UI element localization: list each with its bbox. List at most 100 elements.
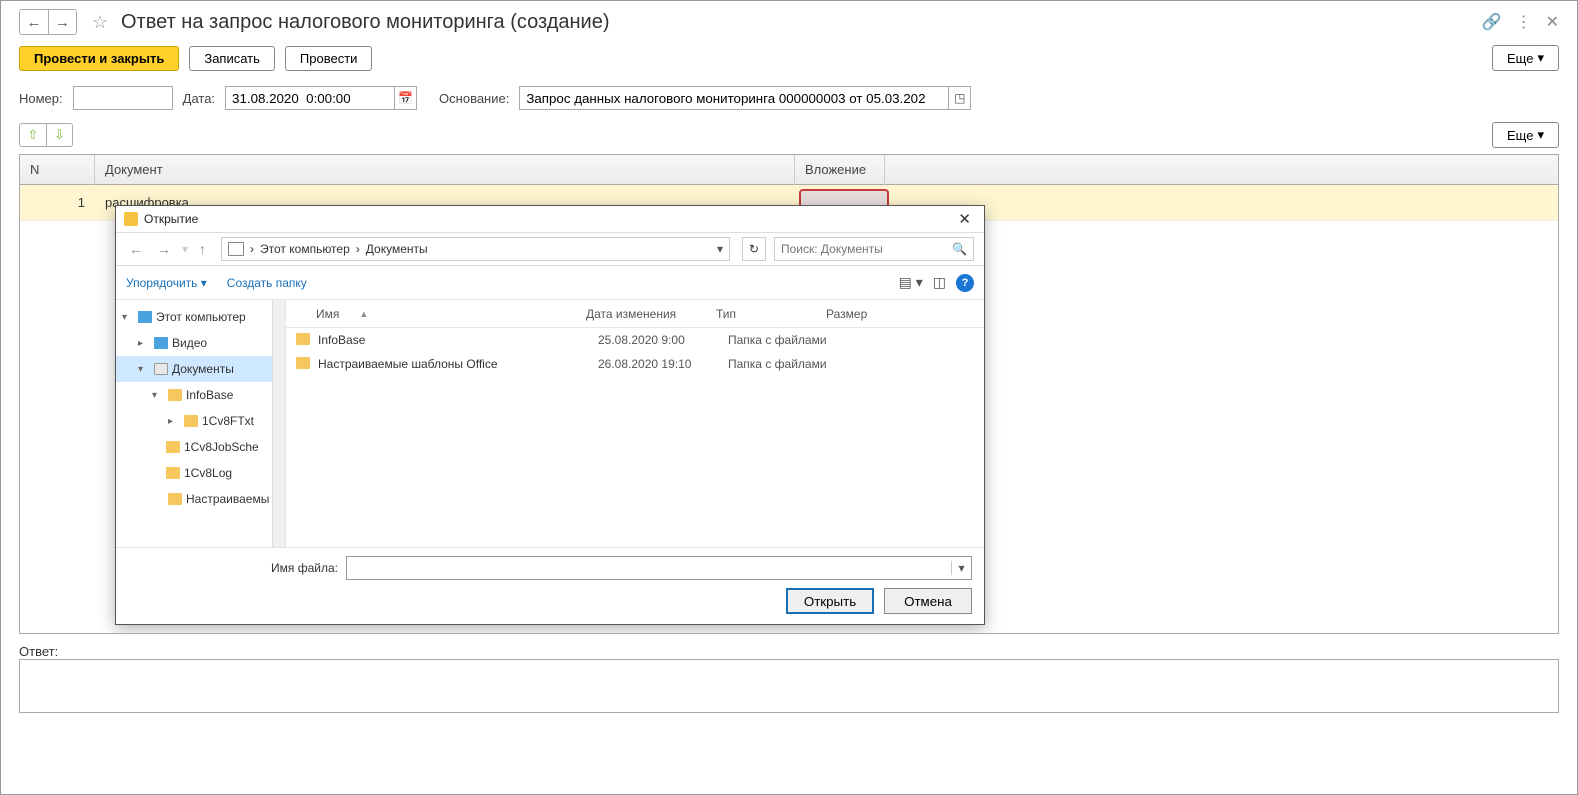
folder-icon — [296, 333, 312, 348]
dialog-tree-pane: ▾Этот компьютер ▸Видео ▾Документы ▾InfoB… — [116, 300, 286, 547]
filename-combo[interactable]: ▾ — [346, 556, 972, 580]
dialog-files-pane: Имя▲ Дата изменения Тип Размер InfoBase … — [286, 300, 984, 547]
files-col-size[interactable]: Размер — [826, 307, 906, 321]
file-date: 25.08.2020 9:00 — [598, 333, 728, 347]
cancel-button[interactable]: Отмена — [884, 588, 972, 614]
file-open-dialog: Открытие ✕ ← → ▾ ↑ › Этот компьютер › До… — [115, 205, 985, 625]
dialog-search-box[interactable]: 🔍 — [774, 237, 974, 261]
close-icon[interactable]: ✕ — [1546, 12, 1559, 32]
breadcrumb-this-pc[interactable]: Этот компьютер — [260, 242, 350, 256]
view-list-icon[interactable]: ▤ ▾ — [899, 274, 923, 291]
dialog-footer: Имя файла: ▾ Открыть Отмена — [116, 547, 984, 624]
filename-label: Имя файла: — [128, 561, 338, 575]
dialog-back-icon[interactable]: ← — [126, 241, 146, 257]
nav-back-button[interactable]: ← — [20, 10, 48, 34]
page-title: Ответ на запрос налогового мониторинга (… — [121, 11, 610, 34]
dialog-toolbar: Упорядочить ▾ Создать папку ▤ ▾ ◫ ? — [116, 266, 984, 300]
col-header-document[interactable]: Документ — [95, 155, 795, 185]
tree-item-1cv8log[interactable]: 1Cv8Log — [116, 460, 285, 486]
dialog-search-input[interactable] — [781, 242, 952, 256]
combo-dropdown-icon[interactable]: ▾ — [951, 561, 971, 575]
tree-toggle-icon[interactable]: ▾ — [138, 364, 150, 375]
dialog-close-icon[interactable]: ✕ — [953, 210, 976, 228]
folder-icon — [296, 357, 312, 372]
file-row[interactable]: InfoBase 25.08.2020 9:00 Папка с файлами — [286, 328, 984, 352]
dialog-up-icon[interactable]: ↑ — [196, 241, 209, 257]
tree-toggle-icon[interactable]: ▸ — [138, 338, 150, 349]
file-name: InfoBase — [318, 333, 598, 347]
folder-icon — [154, 337, 168, 349]
dialog-buttons-row: Открыть Отмена — [128, 588, 972, 614]
documents-table: N Документ Вложение 1 расшифровка Открыт… — [19, 154, 1559, 634]
breadcrumb-sep: › — [356, 242, 360, 256]
move-down-button[interactable]: ⇩ — [46, 124, 72, 146]
move-row-group: ⇧ ⇩ — [19, 123, 73, 147]
answer-label: Ответ: — [19, 644, 58, 659]
tree-item-documents[interactable]: ▾Документы — [116, 356, 285, 382]
filename-input[interactable] — [347, 557, 951, 579]
tree-toggle-icon[interactable]: ▸ — [168, 416, 180, 427]
col-header-n[interactable]: N — [20, 155, 95, 185]
refresh-button[interactable]: ↻ — [742, 237, 766, 261]
calendar-icon[interactable]: 📅 — [395, 86, 417, 110]
fields-row: Номер: Дата: 📅 Основание: ◳ — [1, 81, 1577, 120]
more-button[interactable]: Еще ▾ — [1492, 45, 1559, 71]
preview-pane-icon[interactable]: ◫ — [933, 274, 946, 291]
tree-toggle-icon[interactable]: ▾ — [152, 390, 164, 401]
number-input[interactable] — [73, 86, 173, 110]
file-row[interactable]: Настраиваемые шаблоны Office 26.08.2020 … — [286, 352, 984, 376]
tree-item-video[interactable]: ▸Видео — [116, 330, 285, 356]
file-name: Настраиваемые шаблоны Office — [318, 357, 598, 371]
header-right-actions: 🔗 ⋮ ✕ — [1482, 12, 1559, 32]
dialog-nav-bar: ← → ▾ ↑ › Этот компьютер › Документы ▾ ↻… — [116, 232, 984, 266]
tree-item-this-pc[interactable]: ▾Этот компьютер — [116, 304, 285, 330]
save-button[interactable]: Записать — [189, 46, 275, 71]
col-header-attachment[interactable]: Вложение — [795, 155, 885, 185]
file-date: 26.08.2020 19:10 — [598, 357, 728, 371]
nav-forward-button[interactable]: → — [48, 10, 76, 34]
tree-item-1cv8jobsche[interactable]: 1Cv8JobSche — [116, 434, 285, 460]
dialog-toolbar-right: ▤ ▾ ◫ ? — [899, 274, 974, 292]
basis-label: Основание: — [439, 91, 509, 106]
folder-icon — [166, 467, 180, 479]
kebab-menu-icon[interactable]: ⋮ — [1516, 12, 1532, 32]
open-reference-icon[interactable]: ◳ — [949, 86, 971, 110]
documents-icon — [154, 363, 168, 375]
files-col-date[interactable]: Дата изменения — [586, 307, 716, 321]
post-button[interactable]: Провести — [285, 46, 373, 71]
tree-toggle-icon[interactable]: ▾ — [122, 312, 134, 323]
tree-item-custom-templates[interactable]: ▸Настраиваемы — [116, 486, 285, 512]
tree-item-1cv8ftxt[interactable]: ▸1Cv8FTxt — [116, 408, 285, 434]
search-icon: 🔍 — [952, 242, 967, 256]
tree-scrollbar[interactable] — [272, 300, 285, 547]
table-more-button[interactable]: Еще ▾ — [1492, 122, 1559, 148]
files-col-name[interactable]: Имя▲ — [316, 307, 586, 321]
help-icon[interactable]: ? — [956, 274, 974, 292]
basis-input[interactable] — [519, 86, 949, 110]
dialog-titlebar: Открытие ✕ — [116, 206, 984, 232]
dialog-title: Открытие — [144, 212, 198, 226]
dialog-breadcrumb[interactable]: › Этот компьютер › Документы ▾ — [221, 237, 730, 261]
folder-icon — [184, 415, 198, 427]
files-col-type[interactable]: Тип — [716, 307, 826, 321]
filename-row: Имя файла: ▾ — [128, 556, 972, 580]
post-and-close-button[interactable]: Провести и закрыть — [19, 46, 179, 71]
dialog-forward-icon[interactable]: → — [154, 241, 174, 257]
move-up-button[interactable]: ⇧ — [20, 124, 46, 146]
file-type: Папка с файлами — [728, 333, 858, 347]
new-folder-button[interactable]: Создать папку — [227, 276, 307, 290]
date-input[interactable] — [225, 86, 395, 110]
link-icon[interactable]: 🔗 — [1482, 12, 1502, 32]
cell-n: 1 — [20, 195, 95, 210]
breadcrumb-documents[interactable]: Документы — [366, 242, 428, 256]
answer-textarea[interactable] — [19, 659, 1559, 713]
header-bar: ← → ☆ Ответ на запрос налогового монитор… — [1, 1, 1577, 41]
table-toolbar: ⇧ ⇩ Еще ▾ — [1, 120, 1577, 154]
dialog-body: ▾Этот компьютер ▸Видео ▾Документы ▾InfoB… — [116, 300, 984, 547]
organize-button[interactable]: Упорядочить ▾ — [126, 276, 207, 290]
open-button[interactable]: Открыть — [786, 588, 874, 614]
favorite-star-icon[interactable]: ☆ — [89, 11, 111, 33]
tree-item-infobase[interactable]: ▾InfoBase — [116, 382, 285, 408]
breadcrumb-dropdown-icon[interactable]: ▾ — [717, 242, 723, 256]
folder-icon — [166, 441, 180, 453]
